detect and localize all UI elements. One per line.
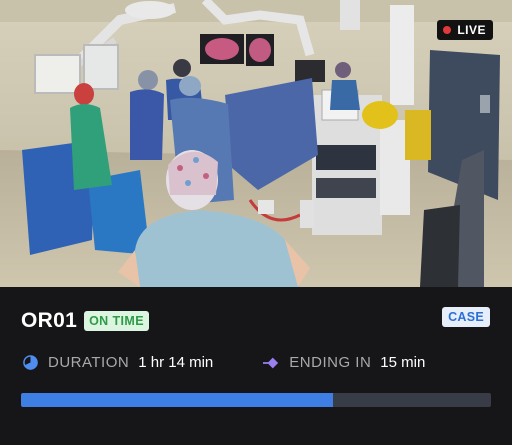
live-label: LIVE	[457, 23, 486, 37]
ending-stat: ENDING IN 15 min	[263, 354, 425, 371]
duration-label: DURATION	[48, 354, 130, 371]
ending-value: 15 min	[380, 354, 426, 371]
room-header: OR01 ON TIME	[21, 309, 149, 333]
diamond-arrow-icon	[263, 355, 279, 371]
room-name: OR01	[21, 309, 78, 332]
pie-clock-icon	[22, 355, 38, 371]
status-badge: ON TIME	[84, 311, 149, 331]
case-progress-fill	[21, 393, 334, 407]
duration-value: 1 hr 14 min	[138, 354, 214, 371]
ending-label: ENDING IN	[289, 354, 372, 371]
live-indicator: LIVE	[437, 20, 493, 40]
case-progress-bar	[21, 393, 491, 407]
duration-stat: DURATION 1 hr 14 min	[22, 354, 213, 371]
operating-room-image	[0, 0, 512, 287]
operating-room-card[interactable]: LIVE OR01 ON TIME CASE DURATION 1 hr 14 …	[0, 0, 512, 445]
live-dot-icon	[443, 26, 452, 34]
room-info-panel: OR01 ON TIME CASE DURATION 1 hr 14 min E…	[0, 287, 512, 445]
camera-feed[interactable]: LIVE	[0, 0, 512, 287]
case-button[interactable]: CASE	[442, 307, 490, 327]
room-stats: DURATION 1 hr 14 min ENDING IN 15 min	[22, 354, 425, 371]
